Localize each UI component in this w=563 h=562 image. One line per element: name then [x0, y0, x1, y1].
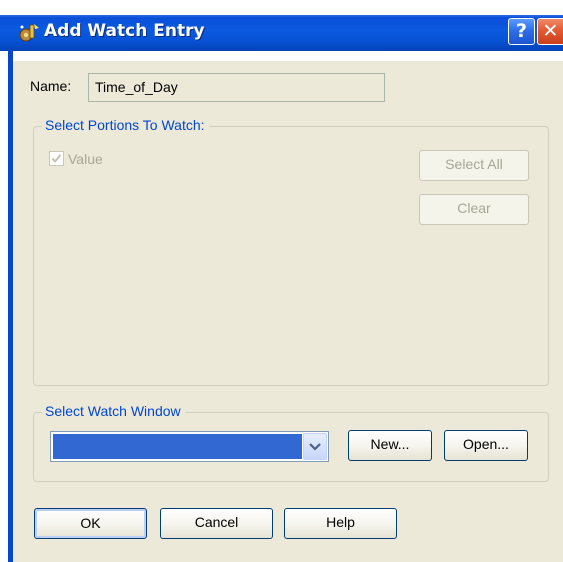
select-all-button[interactable]: Select All — [419, 150, 529, 181]
watch-window-dropdown-button[interactable] — [303, 433, 327, 460]
watch-window-select[interactable] — [50, 431, 329, 462]
name-field[interactable]: Time_of_Day — [88, 73, 385, 102]
watch-window-selected-value — [53, 434, 302, 459]
help-title-button[interactable]: ? — [508, 18, 535, 45]
new-watch-window-button[interactable]: New... — [348, 430, 432, 461]
chevron-down-icon — [309, 443, 321, 451]
ok-button[interactable]: OK — [34, 508, 147, 539]
gear-sparkle-icon — [19, 24, 39, 42]
help-button[interactable]: Help — [284, 508, 397, 539]
open-watch-window-button[interactable]: Open... — [444, 430, 528, 461]
add-watch-entry-dialog: Add Watch Entry ? ✕ Name: Time_of_Day Se… — [0, 0, 563, 562]
value-checkbox-label: Value — [68, 151, 103, 167]
window-title: Add Watch Entry — [44, 21, 205, 41]
close-button[interactable]: ✕ — [537, 18, 563, 45]
checkmark-icon — [51, 154, 62, 164]
close-icon: ✕ — [542, 20, 559, 42]
value-checkbox[interactable] — [49, 151, 64, 166]
title-bar[interactable]: Add Watch Entry ? ✕ — [0, 15, 563, 51]
question-icon: ? — [515, 20, 528, 42]
clear-button[interactable]: Clear — [419, 194, 529, 225]
title-bar-area: Add Watch Entry ? ✕ — [0, 0, 563, 61]
cancel-button[interactable]: Cancel — [160, 508, 273, 539]
select-watch-window-label: Select Watch Window — [42, 403, 185, 419]
select-portions-label: Select Portions To Watch: — [42, 117, 209, 133]
name-label: Name: — [30, 78, 72, 94]
